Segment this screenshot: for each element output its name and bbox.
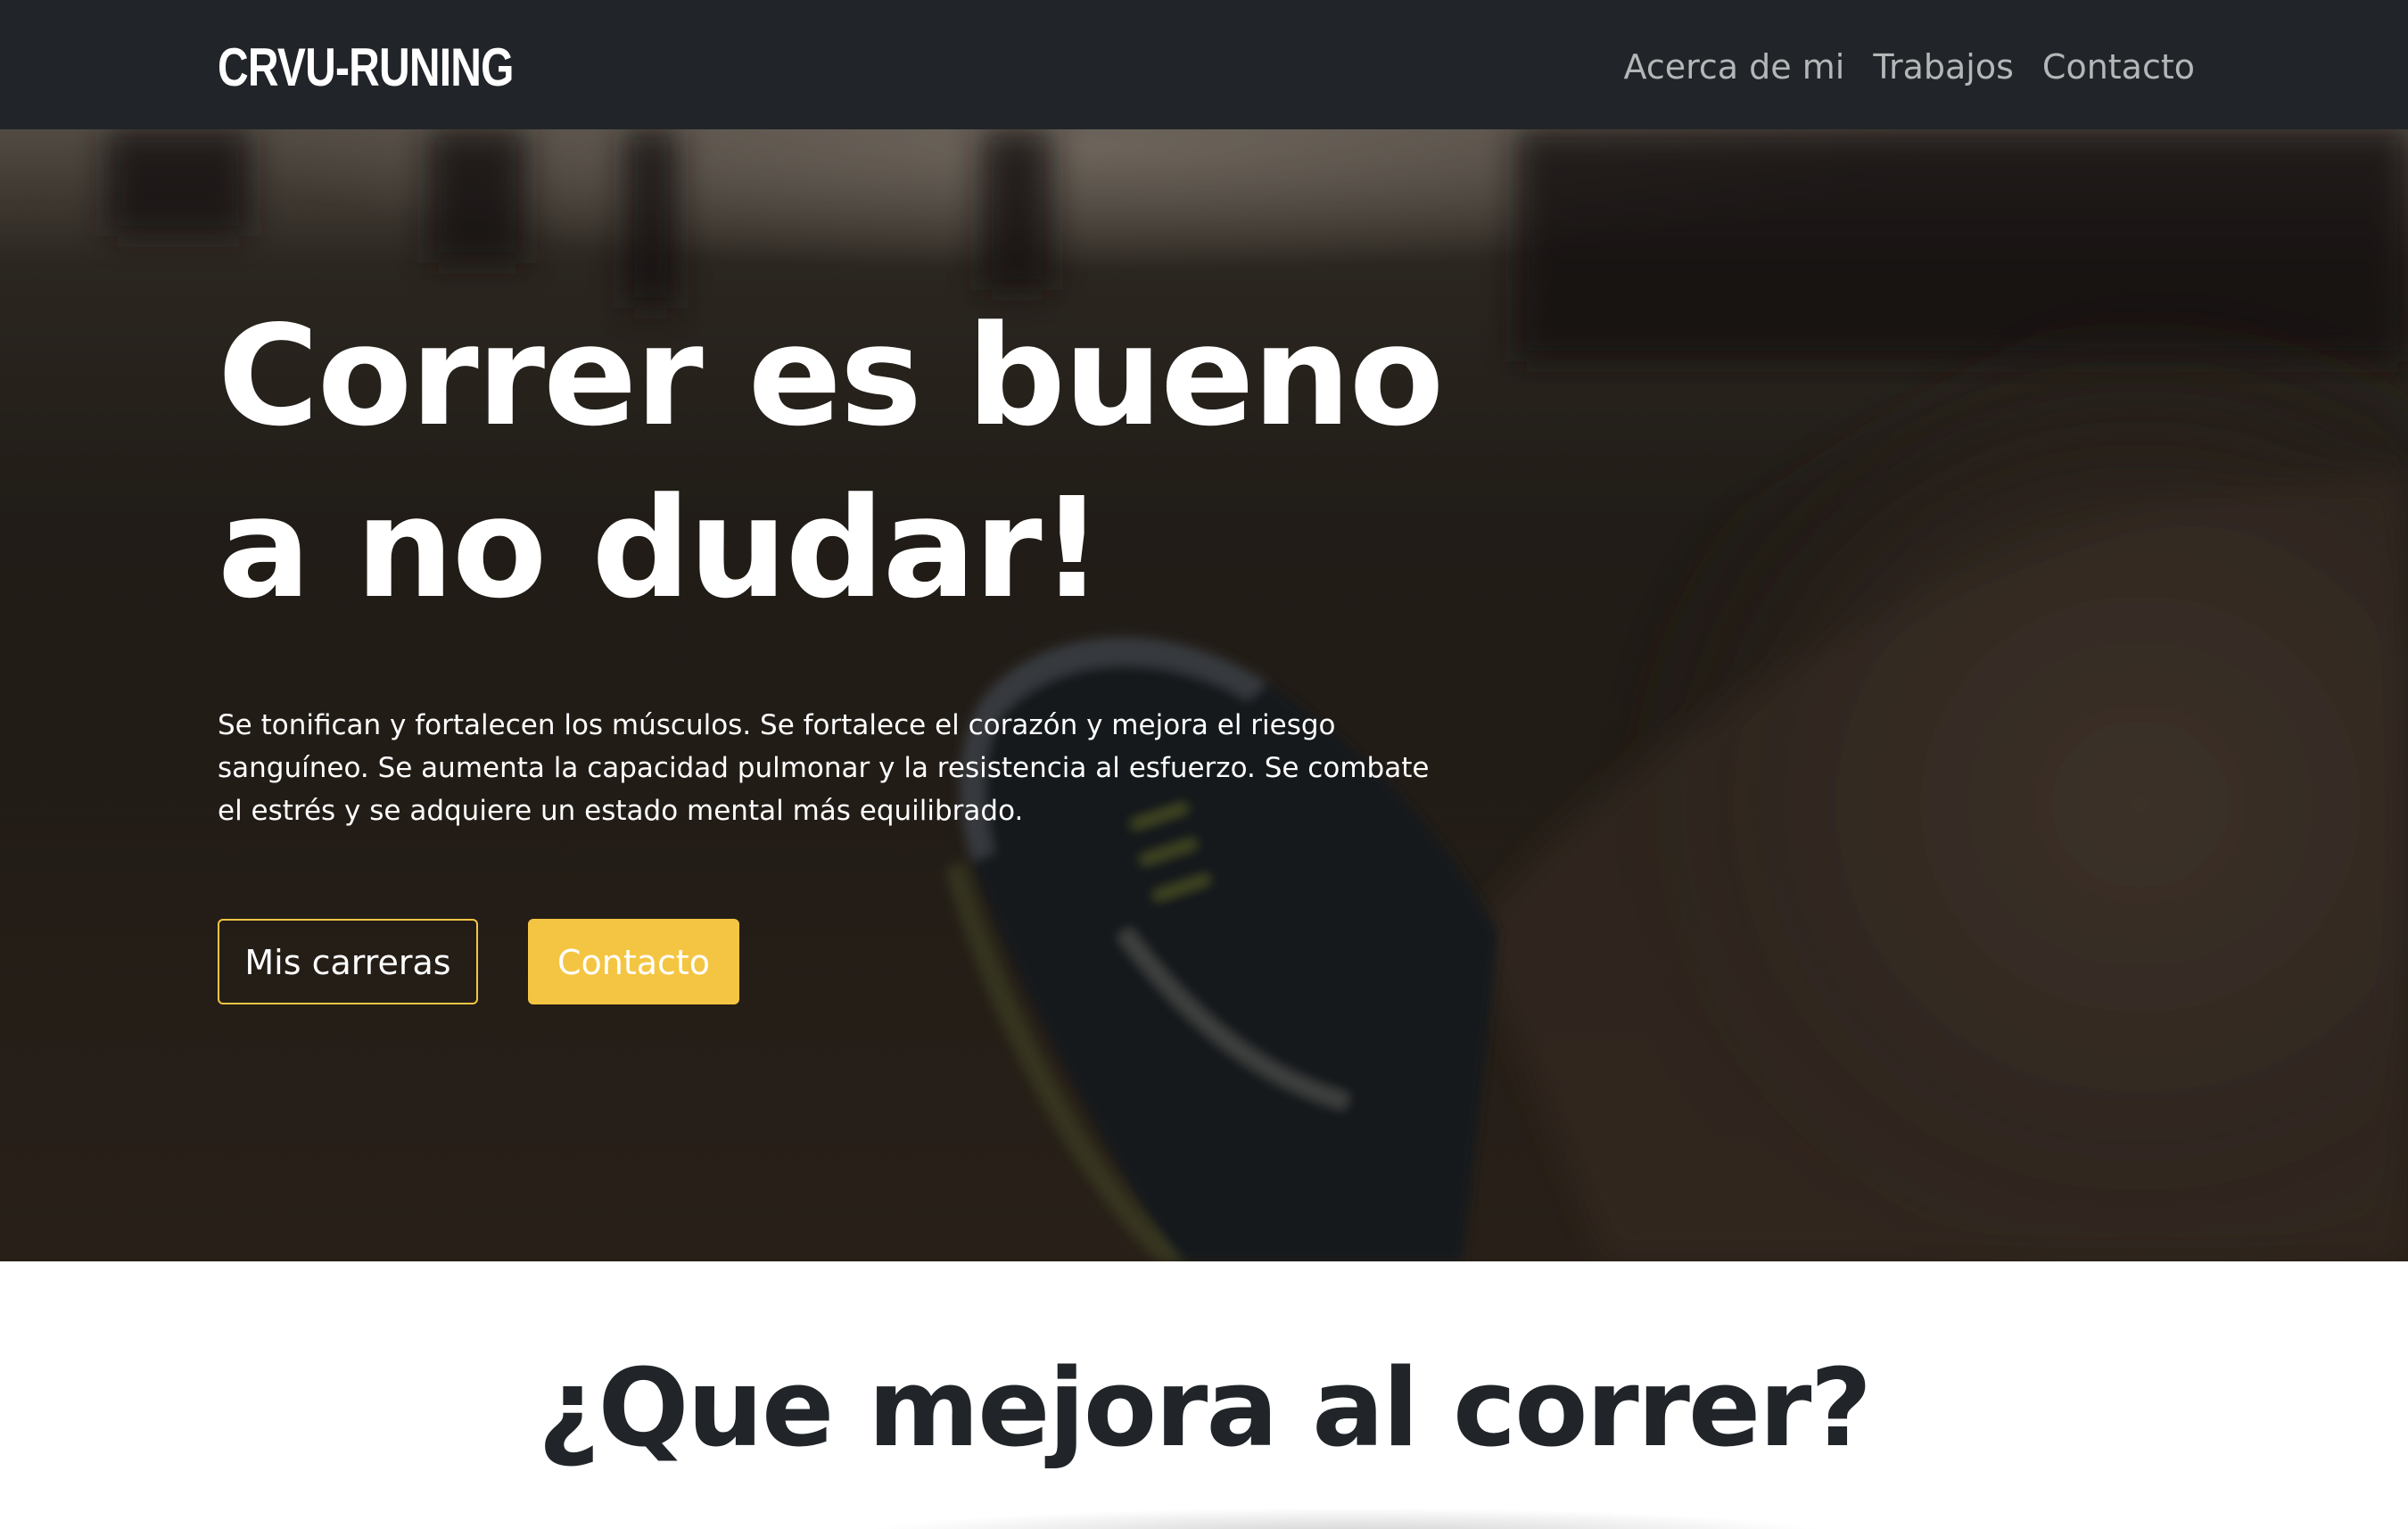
nav-link-acerca[interactable]: Acerca de mi bbox=[1624, 50, 1845, 84]
page: CRVU-RUNING Acerca de mi Trabajos Contac… bbox=[0, 0, 2408, 1529]
contacto-button[interactable]: Contacto bbox=[528, 919, 739, 1004]
hero-description: Se tonifican y fortalecen los músculos. … bbox=[218, 704, 1430, 832]
navbar: CRVU-RUNING Acerca de mi Trabajos Contac… bbox=[0, 0, 2408, 129]
section-title: ¿Que mejora al correr? bbox=[537, 1347, 1872, 1471]
brand-logo[interactable]: CRVU-RUNING bbox=[218, 41, 514, 95]
hero-section: Correr es bueno a no dudar! Se tonifican… bbox=[0, 129, 2408, 1261]
section-divider-shadow bbox=[856, 1508, 1837, 1529]
nav-links: Acerca de mi Trabajos Contacto bbox=[1624, 50, 2195, 84]
hero-headline: Correr es bueno a no dudar! bbox=[218, 290, 1444, 634]
hero-headline-line-1: Correr es bueno bbox=[218, 295, 1444, 457]
hero-description-line-2: sanguíneo. Se aumenta la capacidad pulmo… bbox=[218, 752, 1430, 784]
mis-carreras-button[interactable]: Mis carreras bbox=[218, 919, 478, 1004]
nav-link-contacto[interactable]: Contacto bbox=[2042, 50, 2195, 84]
nav-link-trabajos[interactable]: Trabajos bbox=[1873, 50, 2014, 84]
hero-description-line-3: el estrés y se adquiere un estado mental… bbox=[218, 795, 1024, 827]
hero-description-line-1: Se tonifican y fortalecen los músculos. … bbox=[218, 709, 1336, 741]
hero-headline-line-2: a no dudar! bbox=[218, 467, 1103, 629]
